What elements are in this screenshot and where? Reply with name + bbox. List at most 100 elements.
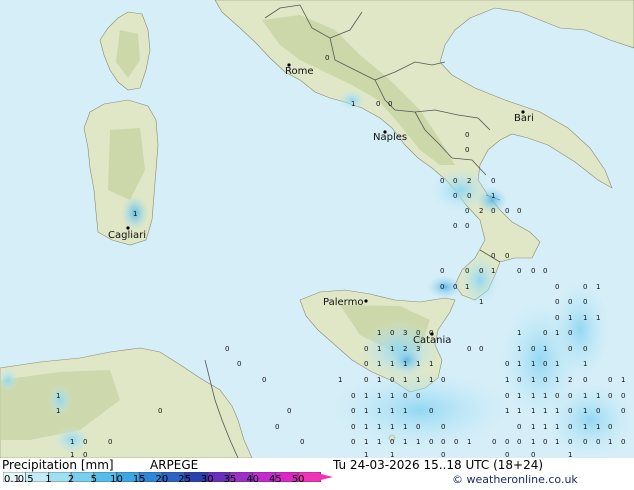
svg-text:0: 0 [491, 252, 495, 260]
svg-text:1: 1 [517, 360, 521, 368]
svg-text:1: 1 [583, 314, 587, 322]
svg-text:0: 0 [543, 329, 547, 337]
svg-text:1: 1 [517, 407, 521, 415]
svg-text:0: 0 [467, 345, 471, 353]
city-label-bari: Bari [514, 113, 534, 124]
svg-text:1: 1 [416, 360, 420, 368]
scale-ticks: 0.1 0.5 1 2 5 10 15 20 25 30 35 40 45 50 [0, 474, 330, 490]
svg-text:0: 0 [492, 438, 496, 446]
svg-text:1: 1 [555, 407, 559, 415]
scale-tick-label: 30 [200, 474, 214, 485]
svg-text:0: 0 [583, 283, 587, 291]
svg-text:0: 0 [568, 345, 572, 353]
svg-text:1: 1 [377, 376, 381, 384]
svg-text:0: 0 [351, 423, 355, 431]
svg-text:0: 0 [555, 298, 559, 306]
svg-text:1: 1 [403, 438, 407, 446]
svg-text:1: 1 [543, 423, 547, 431]
svg-text:1: 1 [517, 329, 521, 337]
svg-text:1: 1 [608, 438, 612, 446]
svg-text:0: 0 [225, 345, 229, 353]
svg-text:0: 0 [83, 451, 87, 458]
svg-text:0: 0 [608, 376, 612, 384]
svg-text:0: 0 [390, 438, 394, 446]
svg-text:1: 1 [70, 438, 74, 446]
svg-text:0: 0 [108, 438, 112, 446]
svg-text:0: 0 [608, 423, 612, 431]
svg-text:1: 1 [377, 392, 381, 400]
svg-text:0: 0 [454, 438, 458, 446]
svg-text:1: 1 [390, 392, 394, 400]
svg-text:1: 1 [403, 360, 407, 368]
svg-text:1: 1 [377, 423, 381, 431]
svg-text:1: 1 [583, 360, 587, 368]
svg-text:0: 0 [376, 100, 380, 108]
svg-text:1: 1 [338, 376, 342, 384]
svg-text:0: 0 [596, 407, 600, 415]
svg-text:0: 0 [465, 207, 469, 215]
scale-tick-label: 40 [246, 474, 260, 485]
svg-text:1: 1 [568, 314, 572, 322]
svg-text:1: 1 [390, 451, 394, 458]
scale-tick-label: 10 [110, 474, 123, 485]
svg-text:0: 0 [440, 283, 444, 291]
svg-text:0: 0 [388, 100, 392, 108]
svg-text:0: 0 [505, 392, 509, 400]
svg-text:0: 0 [543, 438, 547, 446]
svg-text:0: 0 [158, 407, 162, 415]
svg-text:0: 0 [596, 438, 600, 446]
svg-text:0: 0 [568, 407, 572, 415]
svg-text:1: 1 [531, 423, 535, 431]
scale-tick-label: 15 [132, 474, 146, 485]
svg-text:0: 0 [300, 438, 304, 446]
svg-text:0: 0 [491, 207, 495, 215]
scale-tick-label: 25 [178, 474, 191, 485]
svg-text:1: 1 [517, 345, 521, 353]
svg-text:0: 0 [467, 192, 471, 200]
svg-text:0: 0 [479, 345, 483, 353]
svg-text:1: 1 [390, 407, 394, 415]
svg-text:1: 1 [377, 360, 381, 368]
svg-text:0: 0 [621, 407, 625, 415]
svg-text:1: 1 [364, 423, 368, 431]
svg-text:0: 0 [453, 192, 457, 200]
svg-text:0: 0 [441, 438, 445, 446]
svg-text:0: 0 [583, 376, 587, 384]
svg-text:1: 1 [555, 376, 559, 384]
svg-text:1: 1 [543, 345, 547, 353]
valid-time: Tu 24-03-2026 15..18 UTC (18+24) [333, 458, 544, 472]
svg-text:1: 1 [133, 210, 137, 218]
legend-footer: Precipitation [mm] ARPEGE Tu 24-03-2026 … [0, 458, 634, 490]
svg-text:1: 1 [377, 329, 381, 337]
svg-text:0: 0 [568, 329, 572, 337]
svg-text:0: 0 [505, 451, 509, 458]
svg-text:0: 0 [568, 392, 572, 400]
svg-text:0: 0 [583, 345, 587, 353]
svg-text:0: 0 [453, 283, 457, 291]
city-label-catania: Catania [413, 335, 452, 346]
svg-text:1: 1 [390, 360, 394, 368]
svg-text:2: 2 [568, 376, 572, 384]
svg-text:1: 1 [479, 298, 483, 306]
svg-text:0: 0 [583, 438, 587, 446]
svg-text:1: 1 [531, 360, 535, 368]
svg-text:0: 0 [390, 376, 394, 384]
svg-text:0: 0 [429, 438, 433, 446]
scale-tick-label: 35 [223, 474, 237, 485]
credit-link[interactable]: © weatheronline.co.uk [452, 473, 578, 486]
svg-text:1: 1 [364, 407, 368, 415]
svg-text:1: 1 [56, 392, 60, 400]
svg-text:0: 0 [505, 252, 509, 260]
svg-text:0: 0 [543, 267, 547, 275]
svg-text:1: 1 [517, 392, 521, 400]
svg-text:1: 1 [531, 438, 535, 446]
svg-text:0: 0 [555, 283, 559, 291]
svg-text:1: 1 [351, 100, 355, 108]
svg-text:0: 0 [237, 360, 241, 368]
svg-text:1: 1 [491, 267, 495, 275]
city-label-naples: Naples [373, 132, 408, 143]
svg-text:1: 1 [467, 438, 471, 446]
svg-text:1: 1 [531, 392, 535, 400]
svg-text:0: 0 [351, 407, 355, 415]
legend-title: Precipitation [mm] [2, 458, 114, 472]
